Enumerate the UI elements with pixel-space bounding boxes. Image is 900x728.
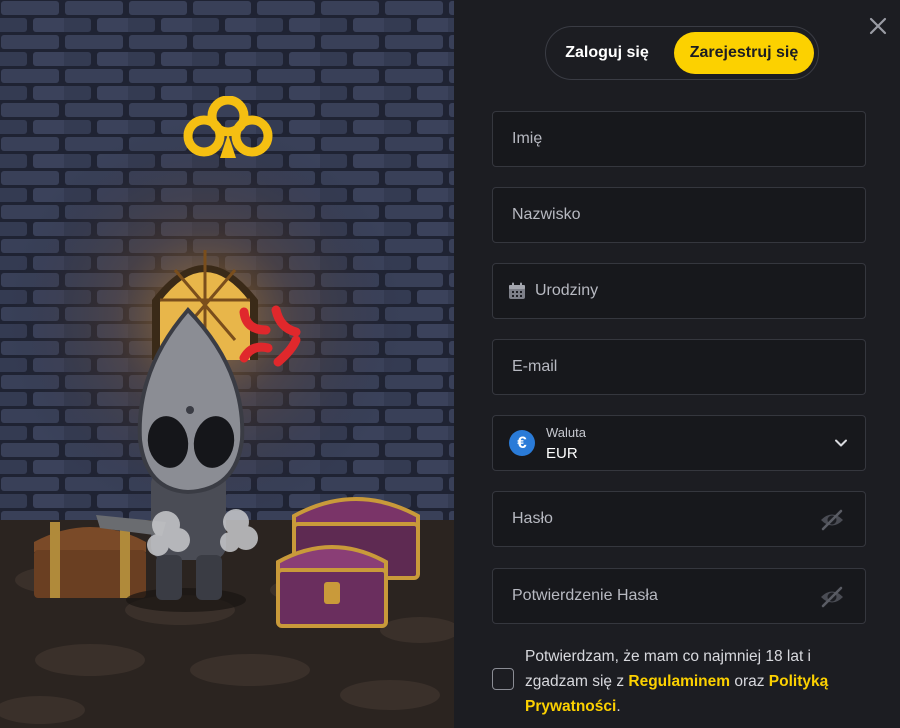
currency-select[interactable]: € Waluta EUR <box>492 415 866 471</box>
tab-login[interactable]: Zaloguj się <box>552 32 662 74</box>
password-confirm-field <box>492 568 866 624</box>
registration-modal: Zaloguj się Zarejestruj się Imię Nazwisk… <box>0 0 900 728</box>
email-input[interactable] <box>493 358 865 376</box>
calendar-icon <box>507 280 527 302</box>
eye-off-icon[interactable] <box>819 585 845 609</box>
chevron-down-icon <box>835 439 847 447</box>
close-icon <box>869 17 887 35</box>
email-field <box>492 339 866 395</box>
close-button[interactable] <box>864 12 892 40</box>
last-name-input[interactable] <box>493 206 865 224</box>
password-confirm-input[interactable] <box>493 587 865 605</box>
terms-link[interactable]: Regulaminem <box>628 673 730 690</box>
birthday-input[interactable] <box>527 282 865 300</box>
consent-text-middle: oraz <box>730 673 769 690</box>
registration-form-panel: Zaloguj się Zarejestruj się Imię Nazwisk… <box>454 0 900 728</box>
eye-off-icon[interactable] <box>819 508 845 532</box>
promo-illustration <box>0 0 454 728</box>
first-name-field <box>492 111 866 167</box>
birthday-field <box>492 263 866 319</box>
euro-coin-icon: € <box>509 430 535 456</box>
currency-label: Waluta <box>546 424 586 440</box>
age-terms-consent: Potwierdzam, że mam co najmniej 18 lat i… <box>492 644 872 719</box>
auth-tab-switch: Zaloguj się Zarejestruj się <box>545 26 819 80</box>
first-name-input[interactable] <box>493 130 865 148</box>
password-field <box>492 491 866 547</box>
password-input[interactable] <box>493 510 865 528</box>
knight-character <box>96 305 301 612</box>
consent-checkbox[interactable] <box>492 668 514 690</box>
consent-text-after: . <box>616 698 621 715</box>
tab-register[interactable]: Zarejestruj się <box>674 32 814 74</box>
consent-text: Potwierdzam, że mam co najmniej 18 lat i… <box>525 644 872 719</box>
clover-logo-icon <box>183 96 273 158</box>
currency-value: EUR <box>546 444 578 462</box>
currency-text: Waluta EUR <box>546 425 586 462</box>
last-name-field <box>492 187 866 243</box>
